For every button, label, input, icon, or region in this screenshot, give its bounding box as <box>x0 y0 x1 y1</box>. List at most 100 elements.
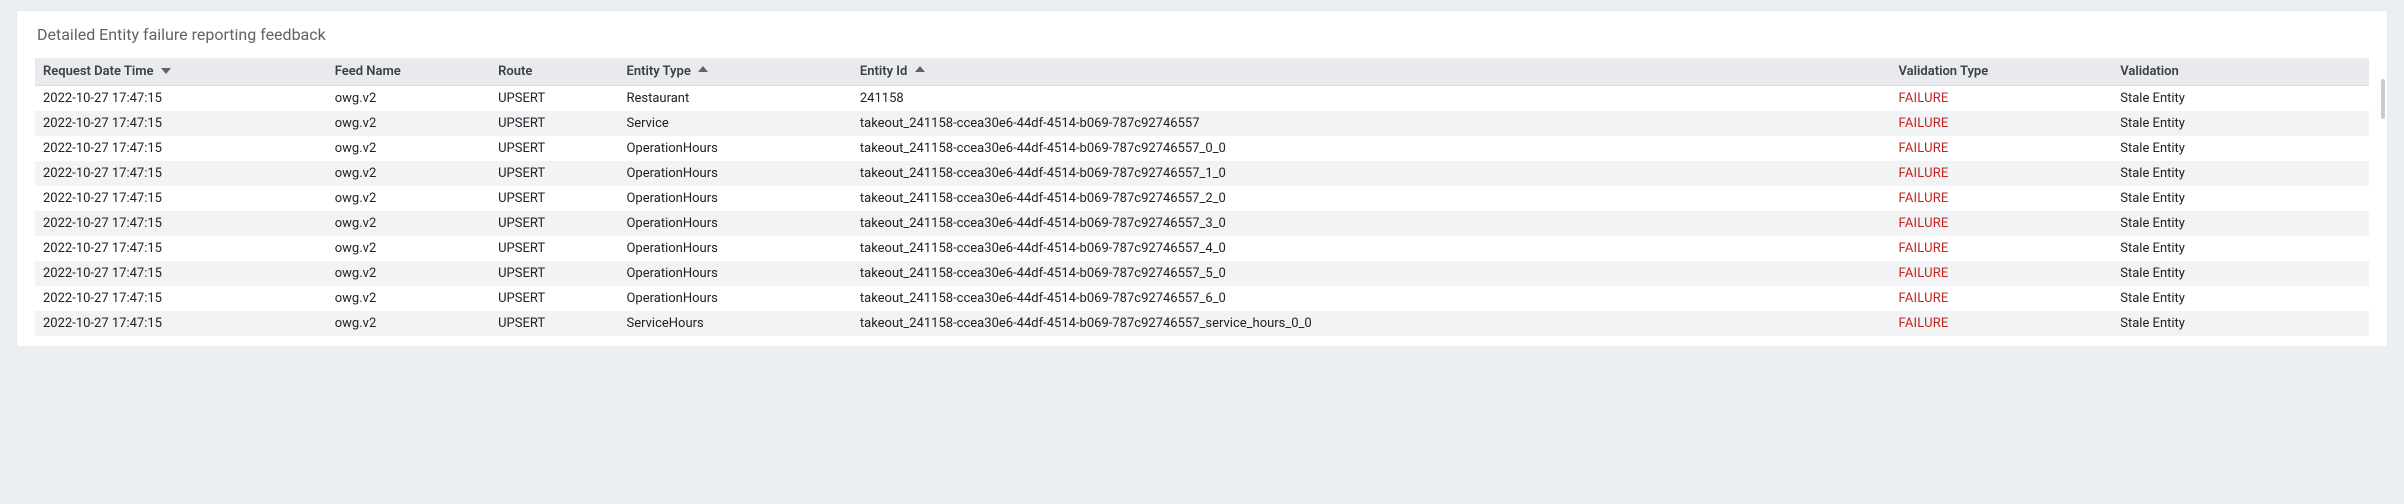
cell-route: UPSERT <box>490 161 618 186</box>
cell-entity-type: OperationHours <box>618 286 851 311</box>
cell-route: UPSERT <box>490 211 618 236</box>
cell-validation-type: FAILURE <box>1891 236 2113 261</box>
cell-validation-type: FAILURE <box>1891 336 2113 338</box>
table-row[interactable]: 2022-10-27 17:47:15owg.v2UPSERTOperation… <box>35 136 2369 161</box>
cell-feed-name: owg.v2 <box>327 136 490 161</box>
cell-validation-type: FAILURE <box>1891 186 2113 211</box>
cell-entity-type: Service <box>618 111 851 136</box>
sort-asc-icon <box>698 64 708 79</box>
table-row[interactable]: 2022-10-27 17:47:15owg.v2UPSERTOperation… <box>35 286 2369 311</box>
cell-entity-type: OperationHours <box>618 261 851 286</box>
sort-asc-icon <box>915 64 925 79</box>
table-row[interactable]: 2022-10-27 17:47:15owg.v2UPSERTRestauran… <box>35 86 2369 112</box>
cell-route: UPSERT <box>490 261 618 286</box>
cell-request-date-time: 2022-10-27 17:47:15 <box>35 86 327 112</box>
col-entity-id[interactable]: Entity Id <box>852 58 1891 86</box>
sort-desc-icon <box>161 64 171 79</box>
col-label: Entity Type <box>626 64 690 79</box>
table-row[interactable]: 2022-10-27 17:47:15owg.v2UPSERTOperation… <box>35 186 2369 211</box>
cell-entity-id: takeout_241158-ccea30e6-44df-4514-b069-7… <box>852 286 1891 311</box>
col-label: Feed Name <box>335 64 401 79</box>
failure-report-panel: Detailed Entity failure reporting feedba… <box>16 10 2388 347</box>
cell-request-date-time: 2022-10-27 17:47:15 <box>35 211 327 236</box>
cell-feed-name: owg.v2 <box>327 111 490 136</box>
table-row[interactable]: 2022-10-27 17:47:15owg.v2UPSERTOperation… <box>35 261 2369 286</box>
cell-route: UPSERT <box>490 186 618 211</box>
cell-request-date-time: 2022-10-27 17:47:15 <box>35 336 327 338</box>
cell-validation-type: FAILURE <box>1891 161 2113 186</box>
panel-title: Detailed Entity failure reporting feedba… <box>37 25 2369 44</box>
cell-request-date-time: 2022-10-27 17:47:15 <box>35 311 327 336</box>
col-label: Route <box>498 64 532 79</box>
table-row[interactable]: 2022-10-27 17:47:15owg.v2UPSERTServiceHo… <box>35 311 2369 336</box>
cell-route: UPSERT <box>490 236 618 261</box>
cell-request-date-time: 2022-10-27 17:47:15 <box>35 161 327 186</box>
cell-entity-id: takeout_241158-ccea30e6-44df-4514-b069-7… <box>852 186 1891 211</box>
col-label: Validation Type <box>1899 64 1989 79</box>
cell-entity-type: OperationHours <box>618 161 851 186</box>
cell-entity-type: OperationHours <box>618 186 851 211</box>
cell-route: UPSERT <box>490 86 618 112</box>
cell-feed-name: owg.v2 <box>327 161 490 186</box>
cell-validation: Stale Entity <box>2112 161 2369 186</box>
cell-request-date-time: 2022-10-27 17:47:15 <box>35 186 327 211</box>
col-label: Entity Id <box>860 64 907 79</box>
cell-validation: Stale Entity <box>2112 236 2369 261</box>
table-row[interactable]: 2022-10-27 17:47:15owg.v2UPSERTOperation… <box>35 211 2369 236</box>
cell-route: UPSERT <box>490 111 618 136</box>
cell-validation: Stale Entity <box>2112 311 2369 336</box>
cell-route: UPSERT <box>490 311 618 336</box>
table-row[interactable]: 2022-10-27 17:47:15owg.v2UPSERTServiceta… <box>35 111 2369 136</box>
cell-validation: Stale Entity <box>2112 111 2369 136</box>
cell-validation: Stale Entity <box>2112 261 2369 286</box>
cell-route: UPSERT <box>490 336 618 338</box>
cell-entity-type: ServiceHours <box>618 311 851 336</box>
cell-feed-name: owg.v2 <box>327 311 490 336</box>
cell-route: UPSERT <box>490 286 618 311</box>
cell-request-date-time: 2022-10-27 17:47:15 <box>35 111 327 136</box>
cell-entity-id: takeout_241158-ccea30e6-44df-4514-b069-7… <box>852 236 1891 261</box>
cell-route: UPSERT <box>490 136 618 161</box>
cell-validation-type: FAILURE <box>1891 86 2113 112</box>
cell-feed-name: owg.v2 <box>327 286 490 311</box>
table-row[interactable]: 2022-10-27 17:47:15owg.v2UPSERTOperation… <box>35 236 2369 261</box>
scrollbar-thumb[interactable] <box>2381 79 2385 119</box>
col-entity-type[interactable]: Entity Type <box>618 58 851 86</box>
table-row[interactable]: 2022-10-27 17:47:15owg.v2UPSERTOperation… <box>35 161 2369 186</box>
cell-entity-type: OperationHours <box>618 236 851 261</box>
cell-validation: Stale Entity <box>2112 286 2369 311</box>
cell-entity-id: takeout_241158-ccea30e6-44df-4514-b069-7… <box>852 311 1891 336</box>
cell-entity-type: OperationHours <box>618 136 851 161</box>
table-row[interactable]: 2022-10-27 17:47:15owg.v2UPSERTServiceHo… <box>35 336 2369 338</box>
cell-validation-type: FAILURE <box>1891 261 2113 286</box>
cell-entity-id: takeout_241158-ccea30e6-44df-4514-b069-7… <box>852 136 1891 161</box>
cell-validation: Stale Entity <box>2112 136 2369 161</box>
col-route[interactable]: Route <box>490 58 618 86</box>
table-header-row: Request Date Time Feed Name Route <box>35 58 2369 86</box>
cell-validation-type: FAILURE <box>1891 311 2113 336</box>
cell-entity-id: takeout_241158-ccea30e6-44df-4514-b069-7… <box>852 336 1891 338</box>
cell-request-date-time: 2022-10-27 17:47:15 <box>35 286 327 311</box>
cell-validation-type: FAILURE <box>1891 136 2113 161</box>
cell-entity-id: takeout_241158-ccea30e6-44df-4514-b069-7… <box>852 161 1891 186</box>
cell-entity-id: takeout_241158-ccea30e6-44df-4514-b069-7… <box>852 261 1891 286</box>
col-validation-type[interactable]: Validation Type <box>1891 58 2113 86</box>
col-label: Validation <box>2120 64 2179 79</box>
cell-entity-type: ServiceHours <box>618 336 851 338</box>
cell-validation: Stale Entity <box>2112 86 2369 112</box>
cell-validation-type: FAILURE <box>1891 211 2113 236</box>
cell-request-date-time: 2022-10-27 17:47:15 <box>35 136 327 161</box>
cell-feed-name: owg.v2 <box>327 261 490 286</box>
cell-feed-name: owg.v2 <box>327 186 490 211</box>
cell-entity-type: OperationHours <box>618 211 851 236</box>
cell-request-date-time: 2022-10-27 17:47:15 <box>35 261 327 286</box>
col-request-date-time[interactable]: Request Date Time <box>35 58 327 86</box>
cell-entity-type: Restaurant <box>618 86 851 112</box>
cell-validation: Stale Entity <box>2112 186 2369 211</box>
cell-entity-id: takeout_241158-ccea30e6-44df-4514-b069-7… <box>852 211 1891 236</box>
col-feed-name[interactable]: Feed Name <box>327 58 490 86</box>
cell-validation-type: FAILURE <box>1891 111 2113 136</box>
table-scroll[interactable]: Request Date Time Feed Name Route <box>35 58 2369 338</box>
col-validation[interactable]: Validation <box>2112 58 2369 86</box>
cell-entity-id: takeout_241158-ccea30e6-44df-4514-b069-7… <box>852 111 1891 136</box>
